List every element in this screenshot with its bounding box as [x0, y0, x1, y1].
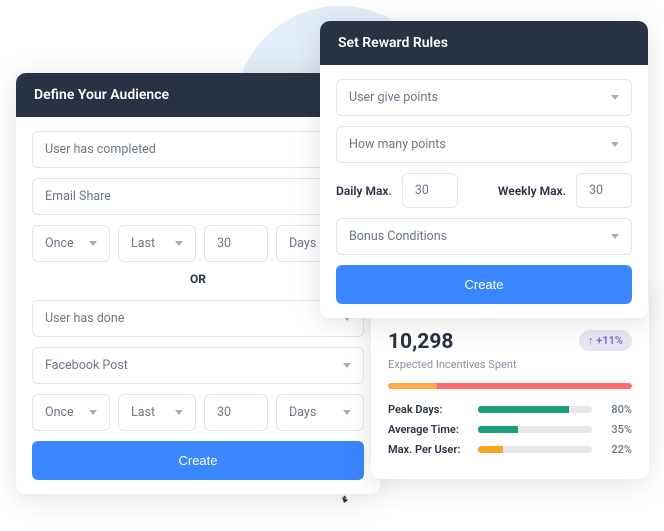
condition1-freq-select[interactable]: Once [32, 225, 110, 262]
select-value: Facebook Post [45, 358, 128, 373]
daily-max-input[interactable]: 30 [402, 173, 458, 208]
condition2-channel-select[interactable]: Facebook Post [32, 347, 364, 384]
chevron-down-icon [175, 410, 183, 415]
chevron-down-icon [89, 410, 97, 415]
audience-create-button[interactable]: Create [32, 441, 364, 480]
input-value: 30 [217, 405, 231, 420]
select-value: Last [131, 236, 155, 251]
condition1-count-input[interactable]: 30 [204, 225, 268, 262]
stat-percent: 22% [600, 443, 632, 456]
stat-percent: 80% [600, 403, 632, 416]
input-value: 30 [415, 183, 429, 198]
select-value: Days [289, 405, 316, 420]
stat-bar [478, 446, 592, 453]
stat-label: Max. Per User: [388, 443, 470, 456]
weekly-max-input[interactable]: 30 [576, 173, 632, 208]
select-value: Last [131, 405, 155, 420]
reward-card: Set Reward Rules User give points How ma… [320, 21, 648, 318]
input-value: 30 [589, 183, 603, 198]
change-badge: ↑ +11% [579, 330, 632, 351]
reward-create-button[interactable]: Create [336, 265, 632, 304]
chevron-down-icon [343, 363, 351, 368]
stat-label: Average Time: [388, 423, 470, 436]
chevron-down-icon [175, 241, 183, 246]
condition1-action-select[interactable]: User has completed [32, 131, 364, 168]
condition1-period-select[interactable]: Last [118, 225, 196, 262]
bonus-conditions-select[interactable]: Bonus Conditions [336, 218, 632, 255]
select-value: Email Share [45, 189, 111, 204]
chevron-down-icon [611, 234, 619, 239]
prediction-value: 10,298 [388, 330, 453, 354]
select-value: Once [45, 405, 74, 420]
select-value: Days [289, 236, 316, 251]
stat-row: Max. Per User: 22% [388, 443, 632, 456]
condition2-count-input[interactable]: 30 [204, 394, 268, 431]
chevron-down-icon [343, 410, 351, 415]
input-value: 30 [217, 236, 231, 251]
prediction-subtitle: Expected Incentives Spent [388, 358, 632, 371]
stat-percent: 35% [600, 423, 632, 436]
stat-bar [478, 426, 592, 433]
stat-bar [478, 406, 592, 413]
reward-type-select[interactable]: User give points [336, 79, 632, 116]
select-value: Bonus Conditions [349, 229, 447, 244]
reward-amount-select[interactable]: How many points [336, 126, 632, 163]
stat-label: Peak Days: [388, 403, 470, 416]
daily-max-label: Daily Max. [336, 184, 392, 198]
select-value: How many points [349, 137, 446, 152]
reward-title: Set Reward Rules [320, 21, 648, 65]
gradient-bar [388, 383, 632, 389]
condition1-channel-select[interactable]: Email Share [32, 178, 364, 215]
select-value: User give points [349, 90, 438, 105]
select-value: User has done [45, 311, 124, 326]
chevron-down-icon [89, 241, 97, 246]
select-value: User has completed [45, 142, 156, 157]
condition2-unit-select[interactable]: Days [276, 394, 364, 431]
condition2-period-select[interactable]: Last [118, 394, 196, 431]
chevron-down-icon [611, 95, 619, 100]
stat-row: Average Time: 35% [388, 423, 632, 436]
stat-row: Peak Days: 80% [388, 403, 632, 416]
select-value: Once [45, 236, 74, 251]
condition2-action-select[interactable]: User has done [32, 300, 364, 337]
weekly-max-label: Weekly Max. [498, 184, 566, 198]
chevron-down-icon [611, 142, 619, 147]
or-separator: OR [32, 272, 364, 286]
condition2-freq-select[interactable]: Once [32, 394, 110, 431]
